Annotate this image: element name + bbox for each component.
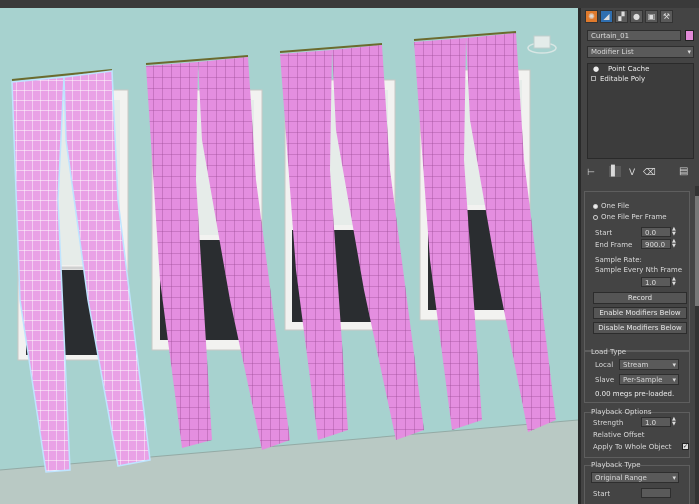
playback-start-label: Start (593, 490, 611, 498)
viewport-scene (0, 31, 578, 504)
command-panel: ✺ ◢ ▞ ● ▣ ⚒ Curtain_01 Modifier List ● P… (578, 8, 699, 504)
motion-tab-icon[interactable]: ● (630, 10, 643, 23)
playback-type-group (584, 465, 690, 504)
pin-stack-icon[interactable]: ⊢ (587, 168, 595, 178)
slave-label: Slave (595, 376, 615, 384)
stack-item-point-cache[interactable]: ● Point Cache (588, 64, 693, 74)
3d-viewport[interactable] (0, 0, 578, 504)
start-spinner[interactable]: ▲ ▼ (672, 227, 677, 237)
expand-icon[interactable] (591, 76, 596, 81)
one-file-per-frame-radio[interactable]: One File Per Frame (593, 213, 667, 221)
local-dropdown[interactable]: Stream (619, 359, 679, 370)
create-tab-icon[interactable]: ✺ (585, 10, 598, 23)
configure-sets-icon[interactable]: ▤ (679, 166, 688, 177)
make-unique-icon[interactable]: V (629, 168, 635, 178)
load-type-title: Load Type (591, 348, 627, 356)
enable-modifiers-below-button[interactable]: Enable Modifiers Below (593, 307, 687, 319)
playback-start-field[interactable] (641, 488, 671, 498)
strength-spinner[interactable]: ▲ ▼ (672, 417, 677, 427)
end-frame-field[interactable]: 900.0 (641, 239, 671, 249)
sample-rate-label: Sample Rate: (595, 256, 642, 264)
end-frame-label: End Frame (595, 241, 633, 249)
record-button[interactable]: Record (593, 292, 687, 304)
relative-offset-label[interactable]: Relative Offset (593, 431, 645, 439)
strength-label: Strength (593, 419, 624, 427)
panel-scrollbar[interactable] (695, 186, 699, 504)
disable-modifiers-below-button[interactable]: Disable Modifiers Below (593, 322, 687, 334)
viewcube-icon (527, 35, 557, 54)
start-field[interactable]: 0.0 (641, 227, 671, 237)
hierarchy-tab-icon[interactable]: ▞ (615, 10, 628, 23)
one-file-radio[interactable]: One File (593, 202, 629, 210)
playback-type-dropdown[interactable]: Original Range (591, 472, 679, 483)
remove-modifier-icon[interactable]: ⌫ (643, 168, 656, 178)
local-label: Local (595, 361, 614, 369)
sample-field[interactable]: 1.0 (641, 277, 671, 287)
apply-whole-object-label: Apply To Whole Object (593, 443, 672, 451)
object-color-swatch[interactable] (685, 30, 694, 41)
modify-tab-icon[interactable]: ◢ (600, 10, 613, 23)
top-toolbar (0, 0, 699, 8)
show-end-result-icon[interactable]: ▌ (609, 166, 621, 177)
sample-every-label: Sample Every Nth Frame (595, 266, 683, 274)
strength-field[interactable]: 1.0 (641, 417, 671, 427)
sample-spinner[interactable]: ▲ ▼ (672, 277, 677, 287)
modifier-list-dropdown[interactable]: Modifier List (587, 46, 694, 58)
start-label: Start (595, 229, 613, 237)
slave-dropdown[interactable]: Per-Sample (619, 374, 679, 385)
modifier-stack: ● Point Cache Editable Poly (587, 63, 694, 159)
preloaded-status: 0.00 megs pre-loaded. (595, 390, 675, 398)
display-tab-icon[interactable]: ▣ (645, 10, 658, 23)
end-frame-spinner[interactable]: ▲ ▼ (672, 239, 677, 249)
stack-item-editable-poly[interactable]: Editable Poly (588, 74, 693, 84)
apply-whole-object-checkbox[interactable]: ✓ (682, 443, 689, 450)
playback-options-title: Playback Options (591, 408, 652, 416)
utilities-tab-icon[interactable]: ⚒ (660, 10, 673, 23)
bulb-icon[interactable]: ● (593, 64, 599, 74)
object-name-field[interactable]: Curtain_01 (587, 30, 681, 41)
panel-scroll-thumb[interactable] (695, 196, 699, 306)
playback-type-title: Playback Type (591, 461, 641, 469)
stack-toolbar: ⊢ ▌ V ⌫ ▤ (587, 166, 694, 180)
